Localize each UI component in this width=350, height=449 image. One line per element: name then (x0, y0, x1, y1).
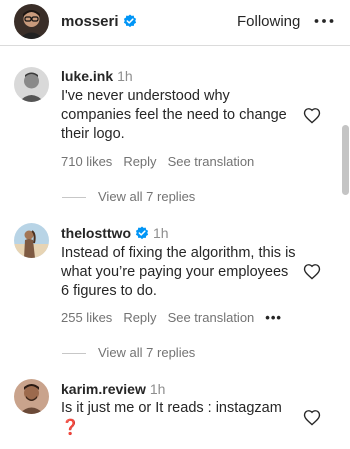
following-button[interactable]: Following (237, 13, 300, 30)
question-mark-emoji-icon: ❓ (61, 419, 80, 436)
verified-badge-icon (135, 226, 149, 240)
commenter-avatar[interactable] (14, 223, 49, 258)
comment-more-icon[interactable]: ••• (265, 310, 282, 325)
post-header: mosseri Following (0, 0, 350, 46)
reply-button[interactable]: Reply (123, 154, 156, 169)
comment-meta: thelosttwo 1h (61, 225, 169, 241)
comment-meta: luke.ink 1h (61, 68, 133, 84)
like-heart-icon[interactable] (303, 107, 321, 124)
see-translation-button[interactable]: See translation (168, 310, 255, 325)
reply-button[interactable]: Reply (123, 310, 156, 325)
view-replies-button[interactable]: View all 7 replies (62, 189, 195, 204)
commenter-username[interactable]: luke.ink (61, 68, 113, 84)
like-heart-icon[interactable] (303, 263, 321, 280)
commenter-avatar[interactable] (14, 67, 49, 102)
likes-count[interactable]: 710 likes (61, 154, 112, 169)
replies-divider-line (62, 353, 86, 355)
more-horizontal-icon[interactable] (312, 9, 336, 33)
likes-count[interactable]: 255 likes (61, 310, 112, 325)
scrollbar[interactable] (340, 47, 350, 449)
comment-text: Is it just me or It reads : instagzam ❓ (61, 399, 299, 438)
commenter-avatar[interactable] (14, 379, 49, 414)
replies-divider-line (62, 197, 86, 199)
verified-badge-icon (123, 14, 136, 28)
comment-meta: karim.review 1h (61, 381, 165, 397)
comment-time: 1h (153, 225, 169, 241)
comment-actions: 255 likes Reply See translation ••• (61, 310, 293, 325)
scrollbar-thumb[interactable] (342, 125, 349, 195)
view-replies-button[interactable]: View all 7 replies (62, 345, 195, 360)
like-heart-icon[interactable] (303, 409, 321, 426)
comment-text-body: Is it just me or It reads : instagzam (61, 400, 282, 416)
comment-time: 1h (149, 381, 166, 397)
commenter-username[interactable]: karim.review (61, 381, 146, 397)
view-replies-label: View all 7 replies (98, 189, 196, 204)
comment-time: 1h (117, 68, 133, 84)
comment-text: Instead of fixing the algorithm, this is… (61, 245, 296, 299)
comment-actions: 710 likes Reply See translation (61, 154, 265, 169)
view-replies-label: View all 7 replies (98, 345, 196, 360)
commenter-username[interactable]: thelosttwo (61, 225, 131, 241)
see-translation-button[interactable]: See translation (168, 154, 255, 169)
author-avatar[interactable] (14, 4, 49, 39)
comment-text: I've never understood why companies feel… (61, 88, 287, 142)
author-username-label: mosseri (61, 13, 119, 30)
author-username[interactable]: mosseri (61, 13, 137, 30)
